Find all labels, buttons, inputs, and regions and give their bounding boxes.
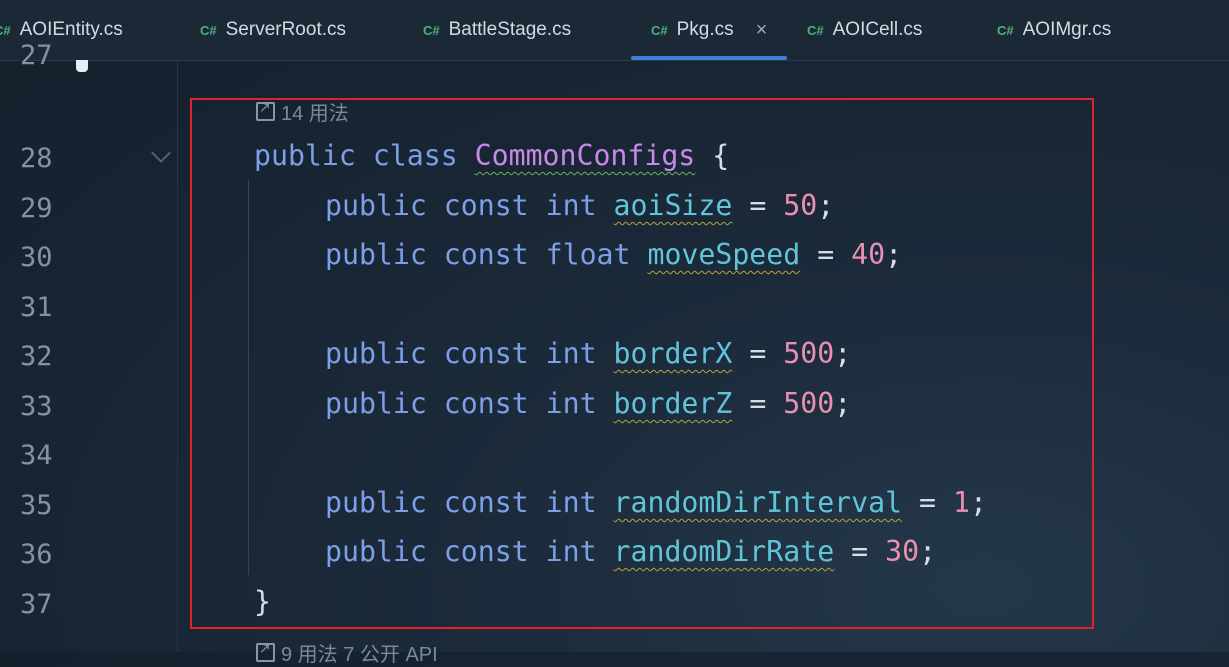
line-number: 31 [20,292,53,323]
line-number: 28 [20,143,53,174]
usage-hint-bottom[interactable]: 9 用法 7 公开 API [256,638,438,667]
tab-label: AOIMgr.cs [1022,19,1112,40]
line-number: 34 [20,440,53,471]
usage-hint-label: 9 用法 7 公开 API [281,644,438,666]
line-number: 36 [20,539,53,570]
line-number: 29 [20,193,53,224]
csharp-file-icon: C# [651,22,668,38]
line-number: 37 [20,589,53,620]
gutter-separator [177,60,178,652]
tab-label: AOICell.cs [832,19,923,40]
tab-aoientity[interactable]: C# AOIEntity.cs [0,0,123,60]
tab-label: AOIEntity.cs [19,19,123,40]
tab-serverroot[interactable]: C# ServerRoot.cs [200,0,346,60]
tab-label: BattleStage.cs [448,19,572,40]
line-number: 27 [20,40,53,71]
editor-tab-bar: C# AOIEntity.cs C# ServerRoot.cs C# Batt… [0,0,1229,61]
close-tab-icon[interactable]: × [756,19,768,42]
line-number: 35 [20,490,53,521]
line-number: 32 [20,341,53,372]
line-number: 30 [20,242,53,273]
csharp-file-icon: C# [0,22,11,38]
tab-battlestage[interactable]: C# BattleStage.cs [423,0,571,60]
usages-icon [256,640,275,662]
tab-pkg[interactable]: C# Pkg.cs × [630,0,788,60]
csharp-file-icon: C# [997,22,1014,38]
csharp-file-icon: C# [200,22,217,38]
line-number: 33 [20,391,53,422]
tab-aoimgr[interactable]: C# AOIMgr.cs [997,0,1111,60]
tab-label: Pkg.cs [676,19,734,40]
tab-aoicell[interactable]: C# AOICell.cs [807,0,922,60]
tab-label: ServerRoot.cs [225,19,346,40]
highlight-box [190,98,1094,629]
fold-chevron-icon[interactable] [151,143,171,163]
lock-icon [76,60,88,72]
csharp-file-icon: C# [423,22,440,38]
csharp-file-icon: C# [807,22,824,38]
